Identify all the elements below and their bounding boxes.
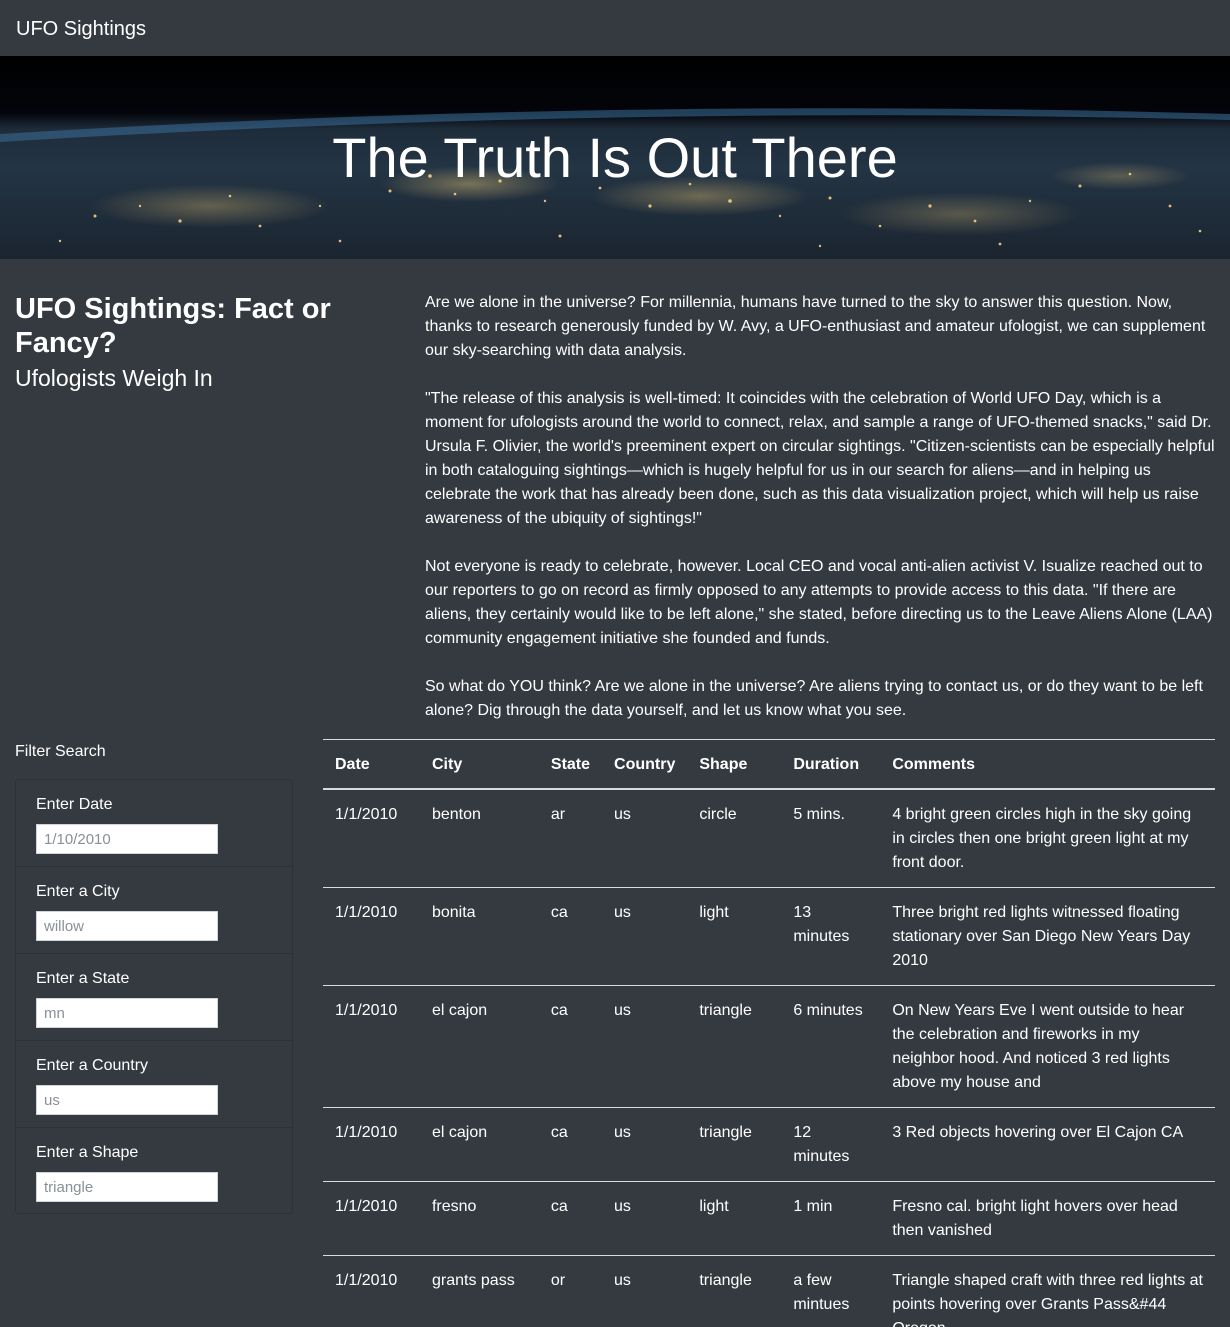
navbar-brand-link[interactable]: UFO Sightings [16, 16, 146, 42]
table-row: 1/1/2010 grants pass or us triangle a fe… [323, 1255, 1215, 1327]
cell-country: us [602, 1255, 688, 1327]
filter-country-label: Enter a Country [36, 1057, 149, 1074]
column-header-date: Date [323, 739, 420, 790]
cell-country: us [602, 1107, 688, 1182]
ufo-sightings-table: Date City State Country Shape Duration C… [323, 739, 1215, 1327]
table-header: Date City State Country Shape Duration C… [323, 739, 1215, 790]
filter-form: Enter Date Enter a City Enter a State En… [15, 779, 293, 1214]
cell-state: ca [538, 985, 603, 1108]
cell-shape: circle [687, 789, 782, 888]
article-paragraph: "The release of this analysis is well-ti… [425, 390, 1215, 527]
column-header-shape: Shape [687, 739, 782, 790]
table-row: 1/1/2010 bonita ca us light 13 minutes T… [323, 887, 1215, 986]
cell-shape: light [687, 887, 782, 986]
hero-title: The Truth Is Out There [332, 126, 898, 189]
filter-state-group: Enter a State [16, 954, 292, 1041]
cell-country: us [602, 887, 688, 986]
city-input[interactable] [36, 911, 218, 941]
column-header-country: Country [602, 739, 688, 790]
cell-date: 1/1/2010 [323, 1255, 420, 1327]
cell-state: ca [538, 887, 603, 986]
table-row: 1/1/2010 benton ar us circle 5 mins. 4 b… [323, 789, 1215, 888]
cell-date: 1/1/2010 [323, 789, 420, 888]
cell-date: 1/1/2010 [323, 887, 420, 986]
cell-city: el cajon [419, 1107, 539, 1182]
cell-date: 1/1/2010 [323, 1181, 420, 1256]
cell-duration: 12 minutes [781, 1107, 881, 1182]
filter-date-label: Enter Date [36, 796, 113, 813]
filter-state-label: Enter a State [36, 970, 130, 987]
cell-city: grants pass [419, 1255, 539, 1327]
cell-comments: Three bright red lights witnessed floati… [880, 887, 1215, 986]
table-row: 1/1/2010 fresno ca us light 1 min Fresno… [323, 1181, 1215, 1256]
cell-country: us [602, 1181, 688, 1256]
cell-shape: triangle [687, 1107, 782, 1182]
column-header-city: City [419, 739, 539, 790]
column-header-duration: Duration [781, 739, 881, 790]
article-body: Are we alone in the universe? For millen… [425, 291, 1217, 747]
cell-duration: 6 minutes [781, 985, 881, 1108]
article-heading-block: UFO Sightings: Fact or Fancy? Ufologists… [15, 292, 405, 393]
cell-duration: a few mintues [781, 1255, 881, 1327]
cell-shape: triangle [687, 985, 782, 1108]
filter-date-group: Enter Date [16, 780, 292, 867]
cell-city: bonita [419, 887, 539, 986]
cell-country: us [602, 789, 688, 888]
cell-state: ar [538, 789, 603, 888]
cell-duration: 5 mins. [781, 789, 881, 888]
cell-comments: On New Years Eve I went outside to hear … [880, 985, 1215, 1108]
article-paragraph: Are we alone in the universe? For millen… [425, 294, 1206, 359]
navbar: UFO Sightings [0, 0, 1230, 56]
date-input[interactable] [36, 824, 218, 854]
state-input[interactable] [36, 998, 218, 1028]
cell-shape: triangle [687, 1255, 782, 1327]
country-input[interactable] [36, 1085, 218, 1115]
filter-city-label: Enter a City [36, 883, 120, 900]
cell-state: ca [538, 1107, 603, 1182]
cell-country: us [602, 985, 688, 1108]
cell-shape: light [687, 1181, 782, 1256]
article-paragraph: So what do YOU think? Are we alone in th… [425, 678, 1203, 719]
cell-duration: 13 minutes [781, 887, 881, 986]
article-paragraph: Not everyone is ready to celebrate, howe… [425, 558, 1213, 647]
cell-comments: 3 Red objects hovering over El Cajon CA [880, 1107, 1215, 1182]
cell-comments: Triangle shaped craft with three red lig… [880, 1255, 1215, 1327]
column-header-state: State [538, 739, 603, 790]
cell-city: fresno [419, 1181, 539, 1256]
table-body: 1/1/2010 benton ar us circle 5 mins. 4 b… [323, 789, 1215, 1327]
cell-state: or [538, 1255, 603, 1327]
cell-date: 1/1/2010 [323, 985, 420, 1108]
cell-city: el cajon [419, 985, 539, 1108]
filter-city-group: Enter a City [16, 867, 292, 954]
filter-country-group: Enter a Country [16, 1041, 292, 1128]
table-row: 1/1/2010 el cajon ca us triangle 12 minu… [323, 1107, 1215, 1182]
cell-duration: 1 min [781, 1181, 881, 1256]
cell-state: ca [538, 1181, 603, 1256]
article-title: UFO Sightings: Fact or Fancy? [15, 293, 331, 359]
cell-comments: Fresno cal. bright light hovers over hea… [880, 1181, 1215, 1256]
filter-search-title: Filter Search [15, 743, 106, 760]
table-header-row: Date City State Country Shape Duration C… [323, 739, 1215, 790]
column-header-comments: Comments [880, 739, 1215, 790]
cell-comments: 4 bright green circles high in the sky g… [880, 789, 1215, 888]
shape-input[interactable] [36, 1172, 218, 1202]
filter-shape-group: Enter a Shape [16, 1128, 292, 1215]
cell-city: benton [419, 789, 539, 888]
filter-shape-label: Enter a Shape [36, 1144, 139, 1161]
cell-date: 1/1/2010 [323, 1107, 420, 1182]
hero-banner: The Truth Is Out There [0, 56, 1230, 259]
article-subtitle: Ufologists Weigh In [15, 365, 213, 391]
table-row: 1/1/2010 el cajon ca us triangle 6 minut… [323, 985, 1215, 1108]
